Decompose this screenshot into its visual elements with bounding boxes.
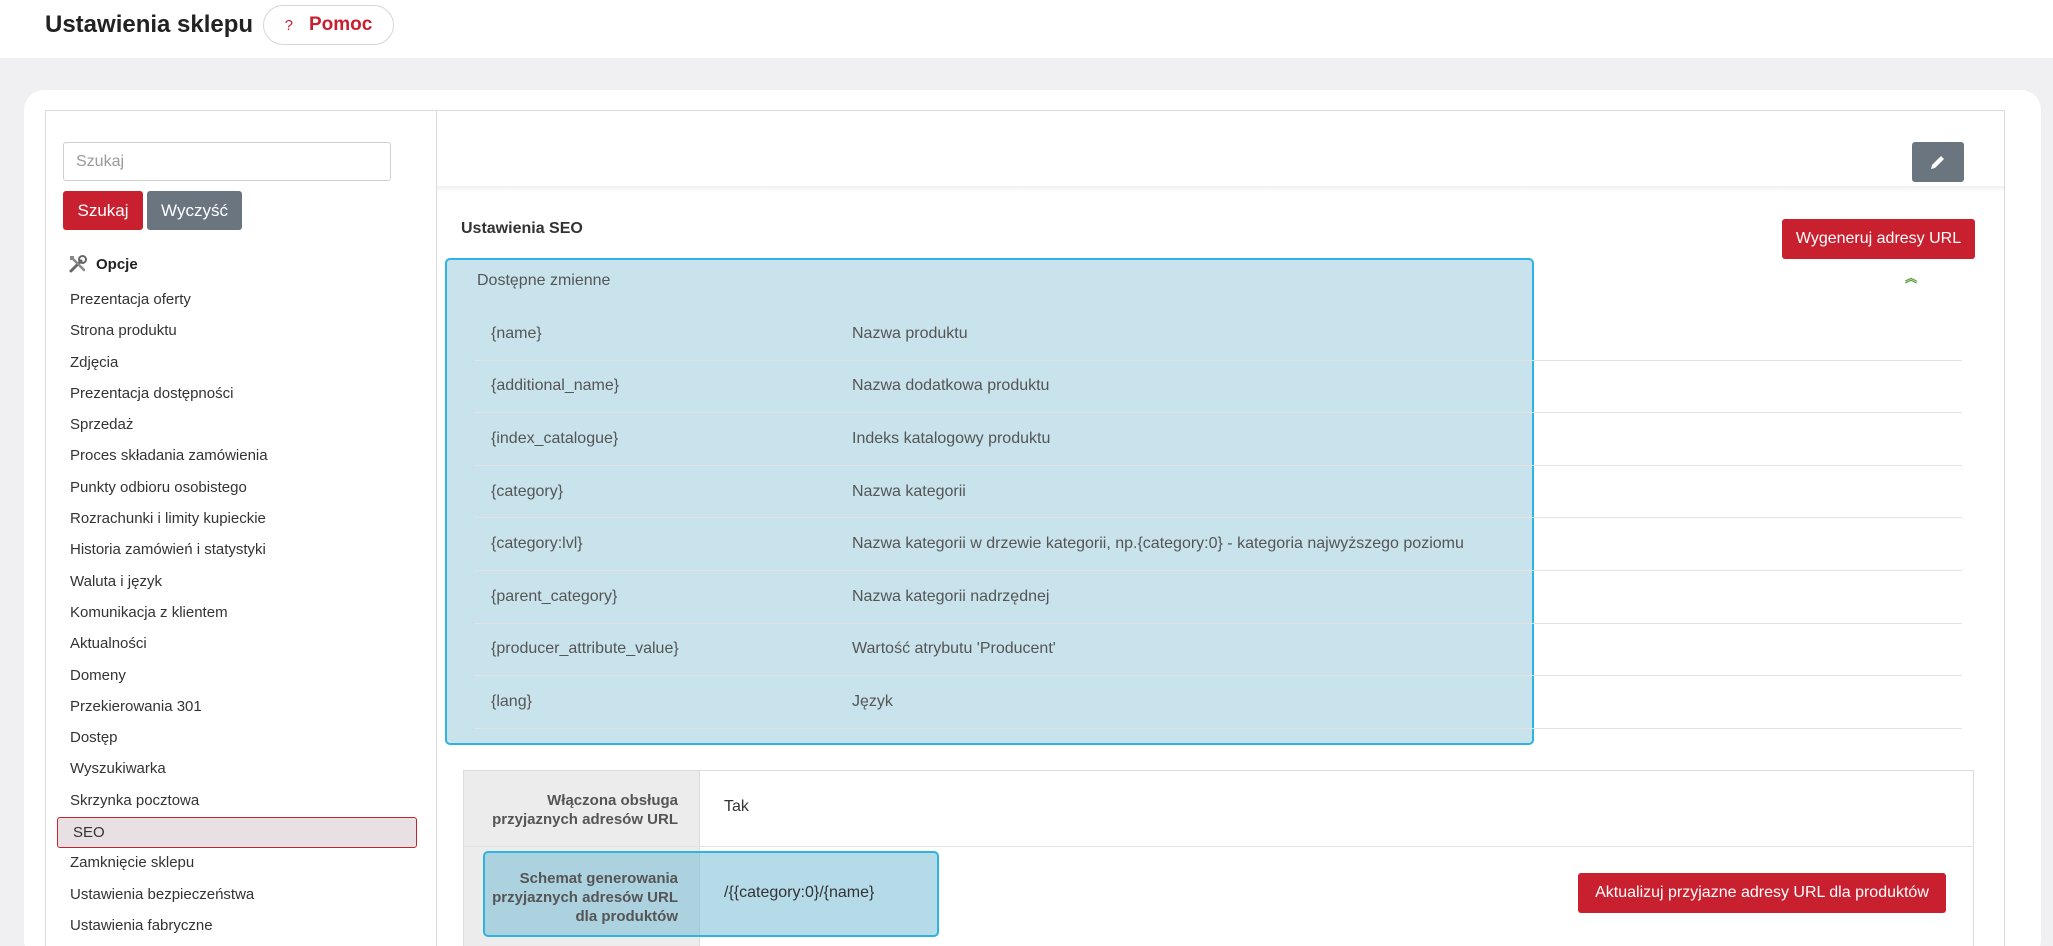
generate-urls-button[interactable]: Wygeneruj adresy URL <box>1782 219 1975 259</box>
table-row: {producer_attribute_value} Wartość atrybu… <box>474 624 1962 677</box>
friendly-urls-label: Włączona obsługa przyjaznych adresów URL <box>492 792 678 828</box>
edit-button[interactable] <box>1912 142 1964 182</box>
sidebar-item[interactable]: Dostęp <box>70 722 268 753</box>
sidebar-item[interactable]: Zdjęcia <box>70 347 268 378</box>
sidebar-item[interactable]: Rozrachunki i limity kupieckie <box>70 503 268 534</box>
sidebar-item-seo[interactable] <box>57 817 417 848</box>
variables-title: Dostępne zmienne <box>477 272 611 289</box>
update-product-urls-button[interactable]: Aktualizuj przyjazne adresy URL dla prod… <box>1578 873 1946 913</box>
url-schema-label: Schemat generowania przyjaznych adresów … <box>492 870 678 925</box>
clear-button[interactable]: Wyczyść <box>147 191 242 230</box>
search-button[interactable]: Szukaj <box>63 191 143 230</box>
sidebar-item[interactable]: Historia zamówień i statystyki <box>70 534 268 565</box>
table-row: {category} Nazwa kategorii <box>474 466 1962 519</box>
variables-table: {name} Nazwa produktu {additional_name} Na… <box>474 308 1962 729</box>
page-title: Ustawienia sklepu <box>45 11 254 38</box>
pencil-icon <box>1931 156 1944 169</box>
sidebar-item[interactable]: Waluta i język <box>70 566 268 597</box>
sidebar-item[interactable]: Przekierowania 301 <box>70 691 268 722</box>
sidebar-item[interactable]: Aktualności <box>70 628 268 659</box>
seo-section-title: Ustawienia SEO <box>461 220 583 237</box>
sidebar-item-seo-label: SEO <box>73 824 105 841</box>
sidebar-item[interactable]: Sprzedaż <box>70 409 268 440</box>
help-icon: ? <box>284 16 293 34</box>
url-schema-value: /{{category:0}/{name} <box>724 884 875 901</box>
table-row: {lang} Język <box>474 676 1962 729</box>
sidebar-divider <box>436 110 437 946</box>
sidebar-item[interactable]: Wyszukiwarka <box>70 753 268 784</box>
sidebar-item[interactable]: Prezentacja oferty <box>70 284 268 315</box>
chevron-double-up-icon[interactable]: ︽ <box>1905 272 1917 284</box>
help-button-label: Pomoc <box>308 14 373 35</box>
sidebar-item[interactable]: Komunikacja z klientem <box>70 597 268 628</box>
tools-icon <box>69 255 87 273</box>
sidebar-item[interactable]: Skrzynka pocztowa <box>70 785 268 816</box>
table-row: {name} Nazwa produktu <box>474 308 1962 361</box>
header-shadow <box>437 186 2005 192</box>
sidebar-item[interactable]: Zamknięcie sklepu <box>70 847 268 878</box>
sidebar-item[interactable]: Domeny <box>70 660 268 691</box>
sidebar-item[interactable]: Proces składania zamówienia <box>70 440 268 471</box>
sidebar-item[interactable]: Prezentacja dostępności <box>70 378 268 409</box>
table-row: {additional_name} Nazwa dodatkowa produkt… <box>474 361 1962 414</box>
table-row: {parent_category} Nazwa kategorii nadrzęd… <box>474 571 1962 624</box>
help-button[interactable]: ? Pomoc <box>263 5 394 45</box>
sidebar-item[interactable]: Ustawienia bezpieczeństwa <box>70 879 268 910</box>
options-section-header: Opcje <box>68 254 138 274</box>
settings-row-divider <box>464 846 1974 847</box>
friendly-urls-value: Tak <box>724 798 749 815</box>
table-row: {index_catalogue} Indeks katalogowy produ… <box>474 413 1962 466</box>
sidebar-item[interactable]: Punkty odbioru osobistego <box>70 472 268 503</box>
search-input[interactable] <box>63 142 391 181</box>
sidebar-item[interactable]: Strona produktu <box>70 315 268 346</box>
sidebar-item[interactable]: Ustawienia fabryczne <box>70 910 268 941</box>
table-row: {category:lvl} Nazwa kategorii w drzewie … <box>474 518 1962 571</box>
options-section-title: Opcje <box>96 255 138 273</box>
